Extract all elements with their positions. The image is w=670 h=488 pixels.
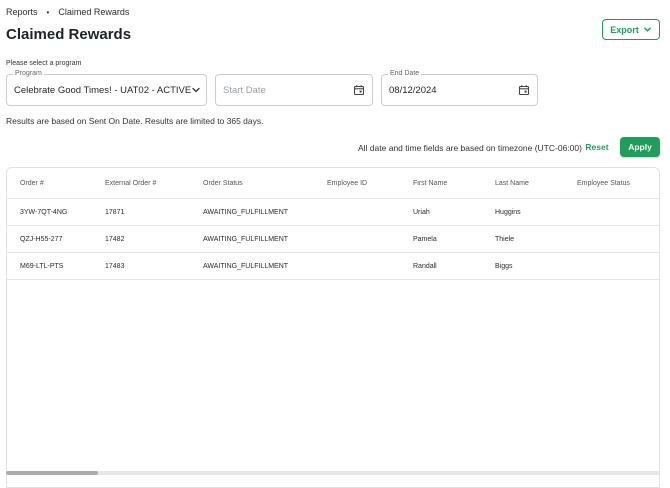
- results-note: Results are based on Sent On Date. Resul…: [6, 116, 264, 126]
- order-number-cell: M69-LTL-PTS: [20, 262, 64, 270]
- horizontal-scrollbar[interactable]: [6, 471, 660, 475]
- last-name-cell: Biggs: [495, 262, 513, 270]
- order-status-cell: AWAITING_FULFILLMENT: [203, 262, 289, 270]
- program-helper-text: Please select a program: [6, 60, 82, 67]
- breadcrumb: Reports • Claimed Rewards: [6, 7, 129, 17]
- start-date-field[interactable]: Start Date: [215, 74, 373, 106]
- end-date-label: End Date: [388, 70, 422, 77]
- scrollbar-thumb[interactable]: [6, 471, 98, 475]
- column-header-employee-status[interactable]: Employee Status: [577, 168, 630, 198]
- breadcrumb-current: Claimed Rewards: [58, 7, 130, 17]
- table-row[interactable]: QZJ-H55-277 17482 AWAITING_FULFILLMENT P…: [7, 226, 659, 253]
- breadcrumb-separator: •: [46, 7, 50, 17]
- external-order-cell: 17483: [105, 262, 125, 270]
- column-header-order-status[interactable]: Order Status: [203, 168, 243, 198]
- last-name-cell: Thiele: [495, 235, 515, 243]
- column-header-last-name[interactable]: Last Name: [495, 168, 529, 198]
- first-name-cell: Randall: [413, 262, 437, 270]
- order-status-cell: AWAITING_FULFILLMENT: [203, 235, 289, 243]
- column-header-external-order[interactable]: External Order #: [105, 168, 156, 198]
- apply-button[interactable]: Apply: [620, 137, 660, 157]
- breadcrumb-reports-link[interactable]: Reports: [6, 7, 38, 17]
- claimed-rewards-table: Order # External Order # Order Status Em…: [6, 167, 660, 488]
- first-name-cell: Pamela: [413, 235, 437, 243]
- timezone-note: All date and time fields are based on ti…: [358, 143, 582, 153]
- last-name-cell: Huggins: [495, 208, 521, 216]
- external-order-cell: 17871: [105, 208, 125, 216]
- end-date-field[interactable]: End Date 08/12/2024: [381, 70, 538, 106]
- start-date-placeholder: Start Date: [223, 84, 266, 96]
- column-header-employee-id[interactable]: Employee ID: [327, 168, 367, 198]
- first-name-cell: Uriah: [413, 208, 430, 216]
- table-header-row: Order # External Order # Order Status Em…: [7, 168, 659, 199]
- external-order-cell: 17482: [105, 235, 125, 243]
- calendar-icon[interactable]: [518, 84, 530, 96]
- column-header-order-number[interactable]: Order #: [20, 168, 44, 198]
- chevron-down-icon: [191, 84, 201, 96]
- order-status-cell: AWAITING_FULFILLMENT: [203, 208, 289, 216]
- table-row[interactable]: M69-LTL-PTS 17483 AWAITING_FULFILLMENT R…: [7, 253, 659, 280]
- export-button-label: Export: [610, 24, 639, 35]
- chevron-down-icon: [643, 27, 651, 32]
- page-title: Claimed Rewards: [6, 26, 132, 43]
- export-button[interactable]: Export: [602, 19, 660, 40]
- calendar-icon[interactable]: [353, 84, 365, 96]
- order-number-cell: 3YW-7QT-4NG: [20, 208, 68, 216]
- program-select-value: Celebrate Good Times! - UAT02 - ACTIVE: [14, 84, 192, 96]
- column-header-first-name[interactable]: First Name: [413, 168, 447, 198]
- reset-button[interactable]: Reset: [584, 140, 610, 154]
- table-row[interactable]: 3YW-7QT-4NG 17871 AWAITING_FULFILLMENT U…: [7, 199, 659, 226]
- end-date-value: 08/12/2024: [389, 84, 437, 96]
- program-select-label: Program: [13, 70, 44, 77]
- order-number-cell: QZJ-H55-277: [20, 235, 63, 243]
- program-select[interactable]: Program Celebrate Good Times! - UAT02 - …: [6, 70, 207, 106]
